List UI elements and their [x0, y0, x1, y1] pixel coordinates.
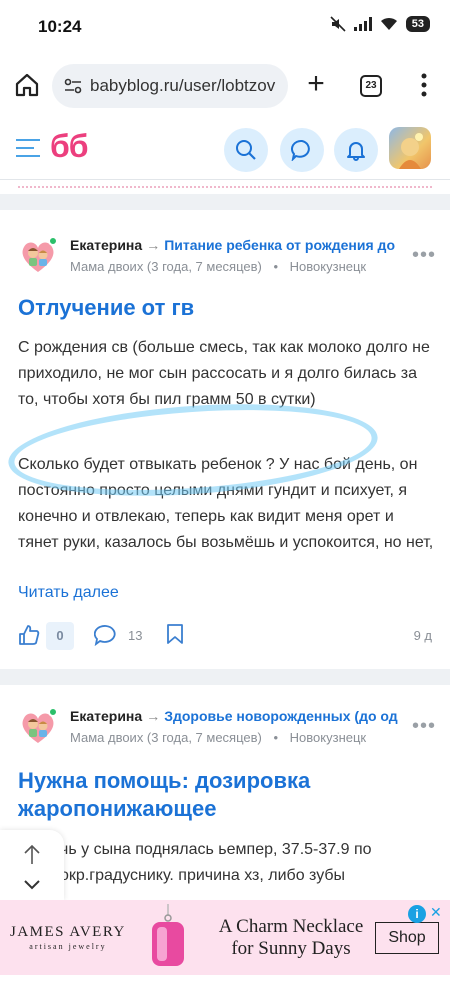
like-count: 0 [46, 622, 74, 650]
ad-close-icon[interactable]: ✕ [430, 904, 442, 921]
scroll-controls [0, 830, 64, 900]
ad-shop-button[interactable]: Shop [375, 922, 439, 954]
new-tab-icon[interactable]: + [303, 69, 329, 100]
community-link[interactable]: Питание ребенка от рождения до [164, 237, 395, 253]
site-logo[interactable]: бб [50, 128, 89, 165]
previous-post-end [0, 180, 450, 194]
ad-brand-name: JAMES AVERY [10, 924, 126, 940]
post-paragraph: чь у сына поднялась ьемпер, 37.5-37.9 по… [60, 841, 372, 884]
chevron-down-icon [24, 880, 40, 890]
author-status: Мама двоих (3 года, 7 месяцев) [70, 730, 262, 745]
messages-button[interactable] [280, 128, 324, 172]
status-icons: 53 [330, 16, 430, 32]
wifi-icon [380, 17, 397, 30]
post-age: 9 д [413, 628, 432, 643]
author-name[interactable]: Екатерина [70, 708, 142, 724]
read-more-link[interactable]: Читать далее [18, 584, 119, 602]
author-name[interactable]: Екатерина [70, 237, 142, 253]
post-card: Екатерина → Питание ребенка от рождения до… [0, 210, 450, 669]
tabs-icon[interactable]: 23 [360, 75, 382, 97]
post-actions: 0 13 9 д [18, 622, 432, 652]
comment-icon[interactable] [94, 624, 118, 646]
author-city: Новокузнецк [289, 259, 367, 274]
post-title[interactable]: Отлучение от гв [18, 294, 438, 322]
notifications-button[interactable] [334, 128, 378, 172]
signal-icon [353, 17, 372, 31]
url-text: babyblog.ru/user/lobtzov [90, 76, 276, 95]
arrow-up-icon [24, 844, 40, 864]
mute-icon [330, 16, 346, 32]
more-options-icon[interactable]: ••• [412, 244, 436, 267]
address-bar[interactable]: babyblog.ru/user/lobtzov [52, 64, 288, 108]
user-avatar[interactable] [389, 127, 431, 169]
ad-headline: A Charm Necklace for Sunny Days [218, 916, 364, 959]
community-link[interactable]: Здоровье новорожденных (до од [164, 708, 398, 724]
arrow-icon: → [146, 237, 161, 253]
avatar-image [399, 133, 423, 169]
scroll-up-button[interactable] [14, 836, 50, 872]
search-button[interactable] [224, 128, 268, 172]
post-author-line: Екатерина → Питание ребенка от рождения до [70, 237, 395, 253]
ad-info-icon[interactable]: i [408, 905, 426, 923]
ad-brand: JAMES AVERY artisan jewelry [10, 924, 126, 951]
comment-count: 13 [128, 628, 143, 643]
site-header: бб [0, 118, 450, 180]
browser-toolbar: babyblog.ru/user/lobtzov + 23 [0, 52, 450, 118]
author-status: Мама двоих (3 года, 7 месяцев) [70, 259, 262, 274]
meta-separator: • [273, 259, 279, 274]
site-info-icon[interactable] [64, 78, 82, 94]
author-meta: Мама двоих (3 года, 7 месяцев) • Новокуз… [70, 730, 366, 745]
post-author-line: Екатерина → Здоровье новорожденных (до од [70, 708, 398, 724]
post-paragraph: С рождения св (больше смесь, так как мол… [18, 339, 430, 408]
post-paragraph: Сколько будет отвыкать ребенок ? У нас б… [18, 456, 434, 551]
arrow-icon: → [146, 708, 161, 724]
chat-icon [291, 139, 310, 161]
ad-banner[interactable]: JAMES AVERY artisan jewelry A Charm Neck… [0, 900, 450, 975]
status-bar: 10:24 53 [0, 0, 450, 52]
bottom-strip [0, 975, 450, 1000]
scroll-down-button[interactable] [14, 872, 50, 898]
battery-icon: 53 [405, 16, 430, 32]
post-card: Екатерина → Здоровье новорожденных (до од … [0, 685, 450, 900]
bell-icon [347, 142, 365, 161]
bookmark-icon[interactable] [166, 623, 184, 645]
like-icon[interactable] [18, 624, 40, 646]
author-meta: Мама двоих (3 года, 7 месяцев) • Новокуз… [70, 259, 366, 274]
online-indicator [48, 236, 58, 246]
menu-icon[interactable] [414, 72, 434, 98]
online-indicator [48, 707, 58, 717]
more-options-icon[interactable]: ••• [412, 715, 436, 738]
status-time: 10:24 [38, 17, 82, 36]
home-icon[interactable] [14, 72, 40, 98]
hamburger-icon[interactable] [16, 138, 42, 158]
search-icon [236, 140, 256, 160]
post-title[interactable]: Нужна помощь: дозировка жаропонижающее [18, 767, 438, 823]
feed: Екатерина → Питание ребенка от рождения до… [0, 180, 450, 900]
necklace-image [152, 904, 184, 966]
ad-brand-subtitle: artisan jewelry [29, 942, 107, 951]
author-city: Новокузнецк [289, 730, 367, 745]
meta-separator: • [273, 730, 279, 745]
